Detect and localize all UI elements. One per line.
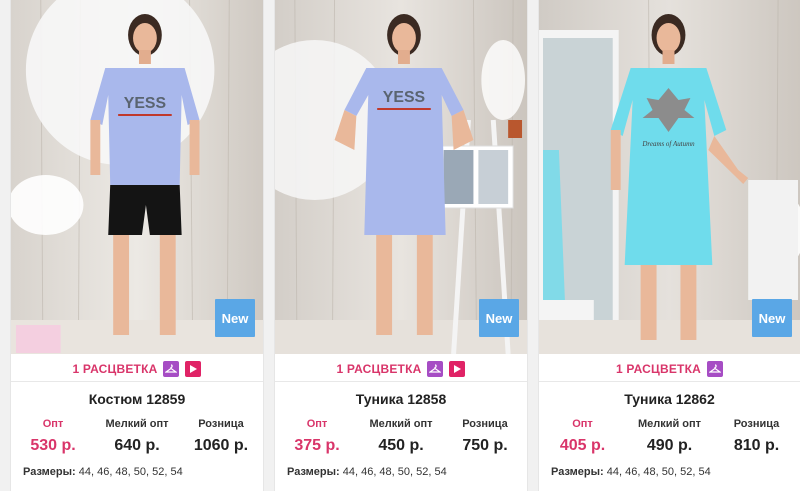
new-badge: New <box>752 299 792 337</box>
price-small-wholesale: Мелкий опт 490 р. <box>626 418 713 455</box>
new-badge: New <box>479 299 519 337</box>
product-title[interactable]: Туника 12858 <box>275 391 527 407</box>
hanger-icon[interactable] <box>706 360 723 377</box>
price-value: 640 р. <box>114 437 160 454</box>
price-value: 405 р. <box>559 437 606 454</box>
new-badge: New <box>215 299 255 337</box>
price-small-wholesale: Мелкий опт 450 р. <box>359 418 443 455</box>
colors-count-link[interactable]: 1 РАСЦВЕТКА <box>73 362 158 376</box>
sizes-label: Размеры: <box>551 466 604 478</box>
price-small-wholesale: Мелкий опт 640 р. <box>95 418 179 455</box>
colors-bar: 1 РАСЦВЕТКА <box>275 356 527 382</box>
sizes-line: Размеры: 44, 46, 48, 50, 52, 54 <box>551 466 711 478</box>
sizes-line: Размеры: 44, 46, 48, 50, 52, 54 <box>287 466 447 478</box>
price-label: Розница <box>733 418 780 430</box>
sizes-line: Размеры: 44, 46, 48, 50, 52, 54 <box>23 466 183 478</box>
svg-text:Dreams of Autumn: Dreams of Autumn <box>641 140 695 148</box>
price-table: Опт 405 р. Мелкий опт 490 р. Розница 810… <box>539 418 800 455</box>
colors-count-link[interactable]: 1 РАСЦВЕТКА <box>616 362 701 376</box>
product-grid: YESS New 1 РАСЦВЕТКА Костюм 12859 Опт 53… <box>0 0 800 491</box>
price-retail: Розница 810 р. <box>713 418 800 455</box>
price-value: 375 р. <box>294 437 340 454</box>
price-label: Розница <box>462 418 508 430</box>
price-label: Опт <box>572 418 593 430</box>
price-table: Опт 375 р. Мелкий опт 450 р. Розница 750… <box>275 418 527 455</box>
sizes-label: Размеры: <box>287 466 340 478</box>
price-wholesale: Опт 405 р. <box>539 418 626 455</box>
product-card[interactable]: Dreams of Autumn New 1 РАСЦВЕТКА Туника … <box>538 0 800 491</box>
price-value: 450 р. <box>378 437 424 454</box>
colors-bar: 1 РАСЦВЕТКА <box>11 356 263 382</box>
price-value: 490 р. <box>646 437 693 454</box>
price-value: 810 р. <box>733 437 780 454</box>
colors-bar: 1 РАСЦВЕТКА <box>539 356 800 382</box>
price-value: 530 р. <box>30 437 76 454</box>
price-value: 750 р. <box>462 437 508 454</box>
sizes-label: Размеры: <box>23 466 76 478</box>
sizes-value: 44, 46, 48, 50, 52, 54 <box>342 466 447 478</box>
product-title[interactable]: Костюм 12859 <box>11 391 263 407</box>
sizes-value: 44, 46, 48, 50, 52, 54 <box>78 466 183 478</box>
price-wholesale: Опт 530 р. <box>11 418 95 455</box>
price-label: Розница <box>198 418 244 430</box>
price-label: Мелкий опт <box>637 418 702 430</box>
sizes-value: 44, 46, 48, 50, 52, 54 <box>606 466 711 478</box>
price-value: 1060 р. <box>193 437 249 454</box>
price-table: Опт 530 р. Мелкий опт 640 р. Розница 106… <box>11 418 263 455</box>
price-retail: Розница 750 р. <box>443 418 527 455</box>
product-card[interactable]: YESS New 1 РАСЦВЕТКА Туника 12858 Опт 37… <box>274 0 528 491</box>
product-card[interactable]: YESS New 1 РАСЦВЕТКА Костюм 12859 Опт 53… <box>10 0 264 491</box>
svg-text:YESS: YESS <box>124 95 166 112</box>
price-wholesale: Опт 375 р. <box>275 418 359 455</box>
price-label: Опт <box>42 418 64 430</box>
hanger-icon[interactable] <box>163 360 180 377</box>
price-label: Мелкий опт <box>369 418 433 430</box>
product-title[interactable]: Туника 12862 <box>539 391 800 407</box>
colors-count-link[interactable]: 1 РАСЦВЕТКА <box>337 362 422 376</box>
svg-text:YESS: YESS <box>383 89 425 106</box>
hanger-icon[interactable] <box>427 360 444 377</box>
price-label: Мелкий опт <box>105 418 169 430</box>
price-label: Опт <box>306 418 328 430</box>
play-icon[interactable] <box>449 360 466 377</box>
price-retail: Розница 1060 р. <box>179 418 263 455</box>
play-icon[interactable] <box>185 360 202 377</box>
